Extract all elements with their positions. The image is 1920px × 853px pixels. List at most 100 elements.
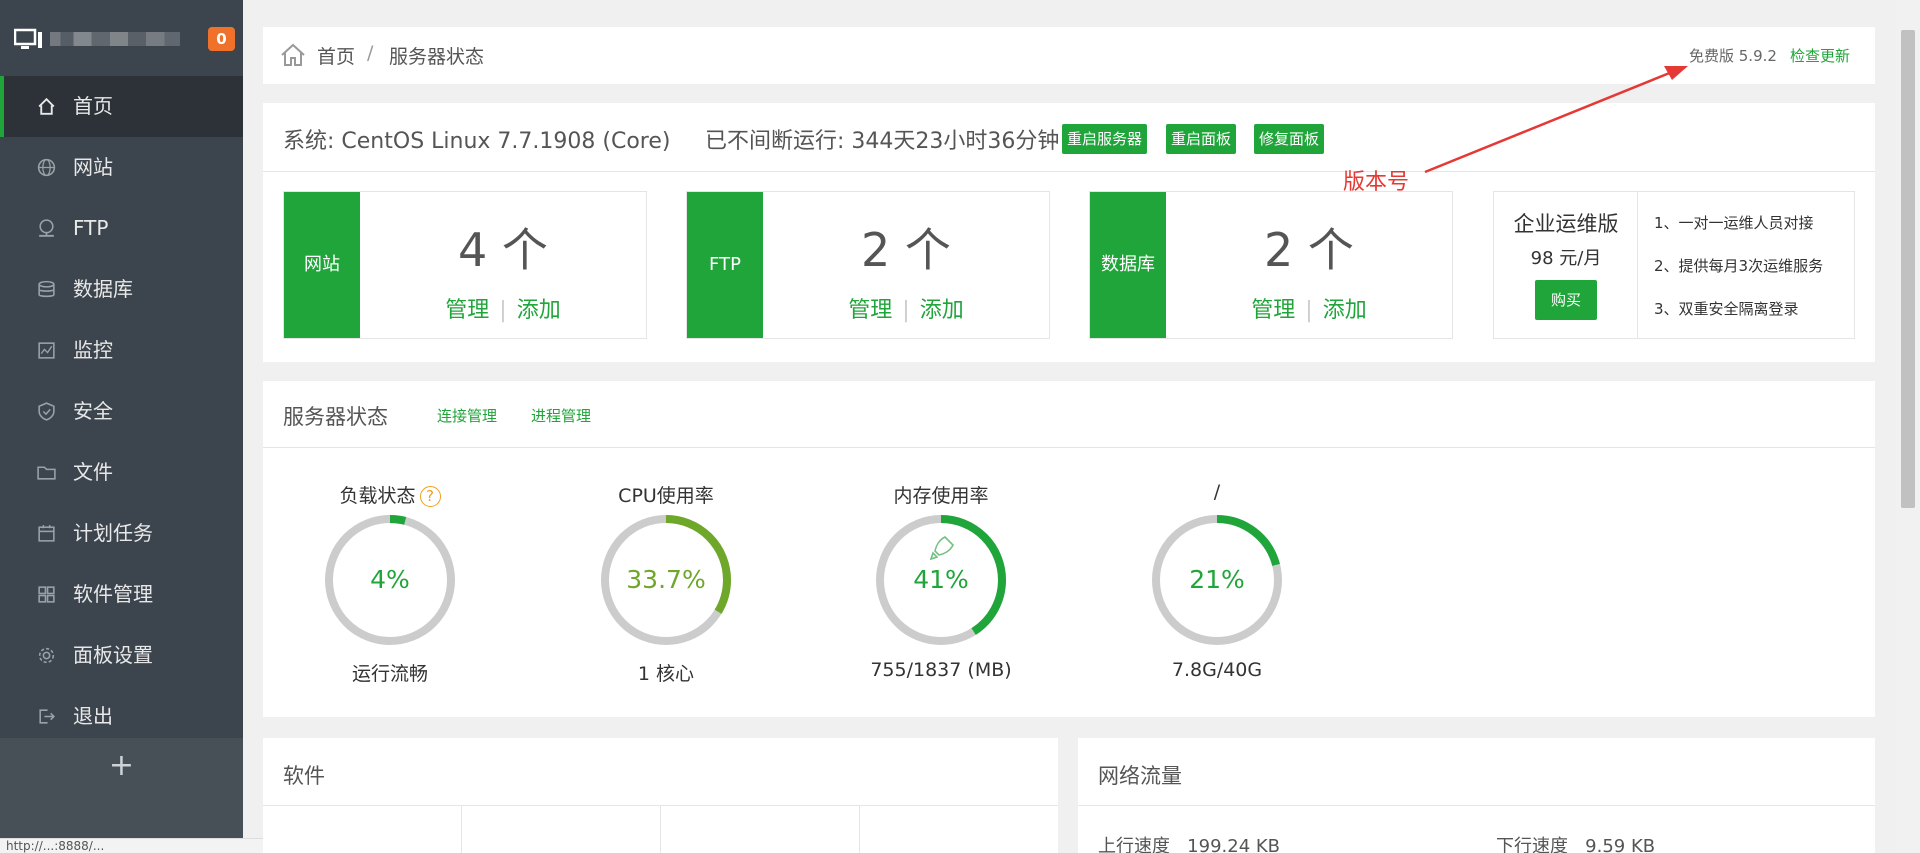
sidebar-item-label: 首页 xyxy=(73,94,113,118)
buy-button[interactable]: 购买 xyxy=(1535,280,1597,320)
gauge-subtitle: 1 核心 xyxy=(637,663,695,685)
home-icon xyxy=(38,97,55,115)
stat-count: 4 个 xyxy=(458,223,548,277)
connection-manage-link[interactable]: 连接管理 xyxy=(437,405,497,426)
stat-count: 2 个 xyxy=(1264,223,1354,277)
enterprise-name: 企业运维版 xyxy=(1513,212,1619,236)
gauge-load[interactable]: 负载状态? 4% 运行流畅 xyxy=(280,481,500,691)
version-label: 免费版 5.9.2 xyxy=(1689,47,1777,65)
enterprise-price: 98 元/月 xyxy=(1530,248,1602,269)
gauge-cpu[interactable]: CPU使用率 33.7% 1 核心 xyxy=(556,481,776,691)
gauge-title: 内存使用率 xyxy=(893,485,989,507)
system-os: 系统: CentOS Linux 7.7.1908 (Core) xyxy=(283,129,671,154)
restart-panel-button[interactable]: 重启面板 xyxy=(1166,124,1237,154)
add-button[interactable]: + xyxy=(0,736,243,798)
stat-count: 2 个 xyxy=(861,223,951,277)
sidebar-item-ftp[interactable]: FTP xyxy=(0,198,243,259)
message-badge[interactable]: 0 xyxy=(208,27,235,51)
stat-links: 管理 | 添加 xyxy=(1166,292,1452,324)
software-panel: 软件 xyxy=(263,738,1058,853)
breadcrumb: 首页 / 服务器状态 免费版 5.9.2 检查更新 xyxy=(263,27,1875,84)
sidebar-item-label: 计划任务 xyxy=(73,521,153,545)
divider xyxy=(263,447,1875,448)
gauge-disk[interactable]: / 21% 7.8G/40G xyxy=(1107,481,1327,691)
monitor-chart-icon xyxy=(38,342,55,359)
network-panel: 网络流量 上行速度 199.24 KB 下行速度 9.59 KB xyxy=(1078,738,1875,853)
link-separator: | xyxy=(902,298,910,323)
breadcrumb-home-link[interactable]: 首页 xyxy=(317,42,355,69)
ftp-icon xyxy=(39,219,54,237)
sidebar: 0 首页 网站 FTP 数据库 监控 安全 文件 计划任务 软件管理 面板设置 xyxy=(0,0,243,853)
browser-status-bar: http://...:8888/... xyxy=(0,838,270,853)
grid-divider xyxy=(859,806,860,853)
section-title: 网络流量 xyxy=(1098,764,1182,788)
breadcrumb-separator: / xyxy=(367,42,374,64)
home-icon[interactable] xyxy=(279,41,307,69)
stat-links: 管理 | 添加 xyxy=(763,292,1049,324)
sidebar-item-database[interactable]: 数据库 xyxy=(0,259,243,320)
manage-link[interactable]: 管理 xyxy=(445,298,489,323)
section-title: 软件 xyxy=(283,764,325,788)
sidebar-item-label: FTP xyxy=(73,216,109,240)
system-uptime: 已不间断运行: 344天23小时36分钟 xyxy=(705,129,1060,154)
annotation-label: 版本号 xyxy=(1343,170,1410,195)
enterprise-feature: 2、提供每月3次运维服务 xyxy=(1654,257,1824,275)
grid-divider xyxy=(660,806,661,853)
repair-panel-button[interactable]: 修复面板 xyxy=(1254,124,1325,154)
check-update-link[interactable]: 检查更新 xyxy=(1790,45,1850,66)
sidebar-item-settings[interactable]: 面板设置 xyxy=(0,625,243,686)
enterprise-promo: 企业运维版 98 元/月 购买 1、一对一运维人员对接 2、提供每月3次运维服务… xyxy=(1493,191,1855,339)
calendar-icon xyxy=(38,525,55,542)
gauge-title: / xyxy=(1213,481,1221,503)
divider xyxy=(1078,805,1875,806)
divider xyxy=(263,171,1875,172)
stat-card-database: 数据库 2 个 管理 | 添加 xyxy=(1089,191,1453,339)
gauge-subtitle: 7.8G/40G xyxy=(1171,659,1263,681)
gauge-value: 21% xyxy=(1189,565,1245,594)
gauge-value: 33.7% xyxy=(626,565,706,594)
sidebar-item-label: 软件管理 xyxy=(73,582,153,606)
sidebar-item-label: 监控 xyxy=(73,338,113,362)
sidebar-item-files[interactable]: 文件 xyxy=(0,442,243,503)
sidebar-item-label: 安全 xyxy=(73,399,113,423)
sidebar-item-security[interactable]: 安全 xyxy=(0,381,243,442)
add-link[interactable]: 添加 xyxy=(1323,298,1367,323)
server-status-panel: 服务器状态 连接管理 进程管理 负载状态? 4% 运行流畅 CPU使用率 33.… xyxy=(263,381,1875,717)
gauge-value: 41% xyxy=(913,565,969,594)
sidebar-item-label: 数据库 xyxy=(73,277,133,301)
gauge-title: 负载状态? xyxy=(280,481,500,508)
restart-server-button[interactable]: 重启服务器 xyxy=(1062,124,1148,154)
download-speed: 下行速度 9.59 KB xyxy=(1496,832,1655,853)
gauge-value: 4% xyxy=(370,565,410,594)
sidebar-item-website[interactable]: 网站 xyxy=(0,137,243,198)
stat-card-ftp: FTP 2 个 管理 | 添加 xyxy=(686,191,1050,339)
sidebar-item-cron[interactable]: 计划任务 xyxy=(0,503,243,564)
manage-link[interactable]: 管理 xyxy=(848,298,892,323)
sidebar-item-label: 退出 xyxy=(73,704,113,728)
sidebar-item-monitor[interactable]: 监控 xyxy=(0,320,243,381)
hostname-blurred xyxy=(50,32,180,46)
scrollbar-thumb[interactable] xyxy=(1901,30,1915,508)
sidebar-item-label: 面板设置 xyxy=(73,643,153,667)
sidebar-header: 0 xyxy=(0,0,243,74)
gauge-subtitle: 运行流畅 xyxy=(351,663,428,685)
stat-label: FTP xyxy=(687,192,763,338)
link-separator: | xyxy=(1305,298,1313,323)
manage-link[interactable]: 管理 xyxy=(1251,298,1295,323)
gauge-memory[interactable]: 内存使用率 41% 755/1837 (MB) xyxy=(831,481,1051,691)
gear-icon xyxy=(38,647,55,664)
add-link[interactable]: 添加 xyxy=(517,298,561,323)
system-info-panel: 系统: CentOS Linux 7.7.1908 (Core) 已不间断运行:… xyxy=(263,103,1875,362)
rocket-icon xyxy=(929,536,954,561)
process-manage-link[interactable]: 进程管理 xyxy=(531,405,591,426)
section-title: 服务器状态 xyxy=(283,405,388,429)
sidebar-item-software[interactable]: 软件管理 xyxy=(0,564,243,625)
gauge-subtitle: 755/1837 (MB) xyxy=(870,659,1012,681)
logout-icon xyxy=(39,709,55,724)
help-icon[interactable]: ? xyxy=(419,486,441,507)
add-link[interactable]: 添加 xyxy=(920,298,964,323)
scrollbar[interactable] xyxy=(1896,0,1920,853)
stat-links: 管理 | 添加 xyxy=(360,292,646,324)
sidebar-item-home[interactable]: 首页 xyxy=(0,76,243,137)
stat-label: 网站 xyxy=(284,192,360,338)
